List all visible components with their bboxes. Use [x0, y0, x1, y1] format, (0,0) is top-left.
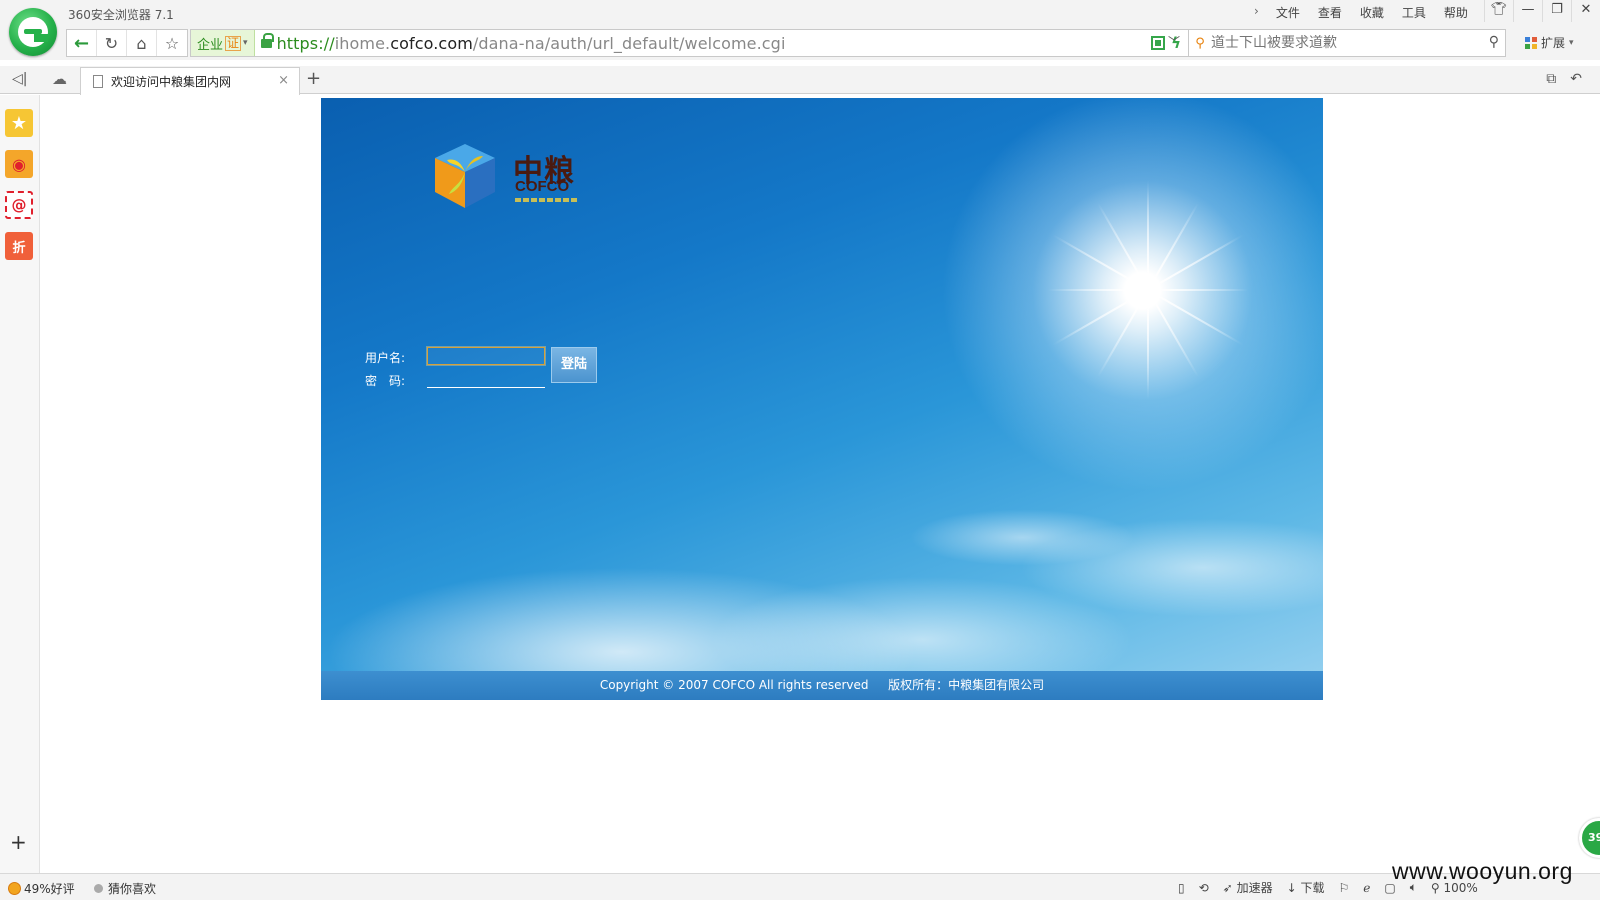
- password-label: 密 码:: [365, 374, 406, 388]
- url-path: /dana-na/auth/url_default/welcome.cgi: [472, 33, 786, 53]
- dot-icon: [94, 884, 103, 893]
- restore-icon[interactable]: ❐: [1542, 0, 1571, 22]
- tab-bar: ◁| ☁ 欢迎访问中粮集团内网 × + ⧉ ↶: [0, 66, 1600, 95]
- address-bar[interactable]: 企业 证 ▾ https://ihome.cofco.com/dana-na/a…: [190, 29, 1190, 57]
- accelerator-label: 加速器: [1236, 881, 1273, 895]
- menu-file[interactable]: 文件: [1267, 4, 1309, 21]
- extensions-button[interactable]: 扩展 ▾: [1525, 34, 1574, 51]
- url-text[interactable]: https://ihome.cofco.com/dana-na/auth/url…: [277, 34, 786, 53]
- login-banner: 中粮 COFCO 用户名: 密 码: 登陆 Copyright © 2007 C…: [321, 98, 1323, 700]
- copyright-footer: Copyright © 2007 COFCO All rights reserv…: [321, 671, 1323, 700]
- accelerator-button[interactable]: ➶ 加速器: [1223, 879, 1273, 896]
- minimize-icon[interactable]: —: [1513, 0, 1542, 22]
- browser-logo-icon[interactable]: [9, 8, 57, 56]
- download-icon: ↓: [1286, 881, 1297, 895]
- window-controls: 👕︎ — ❐ ✕: [1484, 0, 1600, 22]
- search-box[interactable]: ⚲ ⚲: [1188, 29, 1506, 57]
- rocket-icon: ➶: [1222, 881, 1233, 895]
- chevron-right-icon[interactable]: ›: [1254, 4, 1267, 21]
- close-icon[interactable]: ✕: [1571, 0, 1600, 22]
- search-input[interactable]: [1211, 35, 1481, 51]
- download-label: 下载: [1300, 881, 1325, 895]
- url-subdomain: ihome.: [334, 33, 391, 53]
- guess-label: 猜你喜欢: [108, 882, 157, 896]
- lock-icon[interactable]: [260, 33, 274, 49]
- history-icon[interactable]: ⟲: [1199, 881, 1209, 895]
- sun-ray: [1060, 234, 1244, 341]
- tab-cofco-intranet[interactable]: 欢迎访问中粮集团内网 ×: [80, 67, 300, 95]
- page-icon: [93, 75, 103, 88]
- ie-icon[interactable]: ℯ: [1363, 881, 1370, 895]
- menu-view[interactable]: 查看: [1309, 4, 1351, 21]
- flag-icon[interactable]: ⚐: [1338, 881, 1349, 895]
- url-scheme: https://: [276, 33, 335, 53]
- status-bar: 49%好评 猜你喜欢 ▯ ⟲ ➶ 加速器 ↓ 下载 ⚐ ℯ ▢ 🔈︎ ⚲ 100…: [0, 873, 1600, 900]
- tab-title: 欢迎访问中粮集团内网: [111, 75, 232, 89]
- home-button[interactable]: ⌂: [127, 30, 157, 56]
- shirt-icon[interactable]: 👕︎: [1484, 0, 1513, 22]
- search-icon[interactable]: ⚲: [1489, 34, 1499, 50]
- orange-icon: [8, 882, 21, 895]
- address-dropdown-button[interactable]: ﹀: [1162, 30, 1186, 56]
- sidebar-toggle-icon[interactable]: ◁|: [12, 71, 27, 87]
- cofco-cube-icon: [435, 144, 495, 208]
- search-engine-icon[interactable]: ⚲: [1189, 36, 1211, 51]
- watermark-text: www.wooyun.org: [1392, 858, 1573, 884]
- cert-label: 企业: [197, 37, 224, 53]
- menu-tools[interactable]: 工具: [1393, 4, 1435, 21]
- back-button[interactable]: ←: [67, 30, 97, 56]
- tab-close-icon[interactable]: ×: [278, 73, 289, 88]
- tab-list-icon[interactable]: ⧉: [1546, 71, 1556, 87]
- chevron-down-icon: ▾: [243, 38, 248, 48]
- new-tab-button[interactable]: +: [306, 68, 321, 89]
- favorite-star-button[interactable]: ☆: [157, 30, 187, 56]
- password-input[interactable]: [427, 370, 545, 388]
- menu-favorites[interactable]: 收藏: [1351, 4, 1393, 21]
- download-button[interactable]: ↓ 下载: [1287, 879, 1325, 896]
- left-sidebar: ★ ◉ @ 折 +: [0, 95, 40, 873]
- menu-help[interactable]: 帮助: [1435, 4, 1477, 21]
- page-content: 中粮 COFCO 用户名: 密 码: 登陆 Copyright © 2007 C…: [41, 95, 1600, 873]
- rating-text: 49%好评: [24, 882, 75, 896]
- nav-buttons: ← ↻ ⌂ ☆: [66, 29, 188, 57]
- sun-ray: [1060, 239, 1244, 346]
- username-input[interactable]: [427, 347, 545, 365]
- title-bar: 360安全浏览器 7.1 › 文件 查看 收藏 工具 帮助 👕︎ — ❐ ✕: [0, 0, 1600, 26]
- cloud-icon[interactable]: ☁: [52, 70, 67, 88]
- add-sidebar-item-icon[interactable]: +: [10, 830, 27, 854]
- guess-you-like[interactable]: 猜你喜欢: [94, 880, 156, 897]
- login-button[interactable]: 登陆: [551, 347, 597, 383]
- enterprise-cert-badge[interactable]: 企业 证 ▾: [191, 30, 255, 56]
- logo-english: COFCO: [515, 178, 570, 195]
- refresh-button[interactable]: ↻: [97, 30, 127, 56]
- chevron-down-icon: ▾: [1569, 37, 1574, 48]
- weibo-icon[interactable]: ◉: [5, 150, 33, 178]
- undo-close-icon[interactable]: ↶: [1570, 71, 1582, 87]
- mobile-icon[interactable]: ▯: [1178, 881, 1185, 895]
- logo-tagline: [515, 198, 577, 202]
- tab-bar-actions: ⧉ ↶: [1546, 71, 1582, 87]
- discount-icon[interactable]: 折: [5, 232, 33, 260]
- rating-widget[interactable]: 49%好评: [8, 880, 75, 897]
- cofco-logo: 中粮 COFCO: [429, 138, 599, 218]
- nav-bar: ← ↻ ⌂ ☆ 企业 证 ▾ https://ihome.cofco.com/d…: [0, 26, 1600, 60]
- favorites-star-icon[interactable]: ★: [5, 109, 33, 137]
- mail-icon[interactable]: @: [5, 191, 33, 219]
- sun-ray: [1048, 289, 1198, 291]
- apps-grid-icon: [1525, 36, 1537, 49]
- url-host: cofco.com: [390, 33, 473, 53]
- extensions-label: 扩展: [1541, 36, 1566, 50]
- app-title: 360安全浏览器 7.1: [68, 8, 174, 22]
- top-menu: › 文件 查看 收藏 工具 帮助: [1254, 4, 1477, 21]
- cert-icon: 证: [225, 35, 242, 51]
- username-label: 用户名:: [365, 351, 406, 365]
